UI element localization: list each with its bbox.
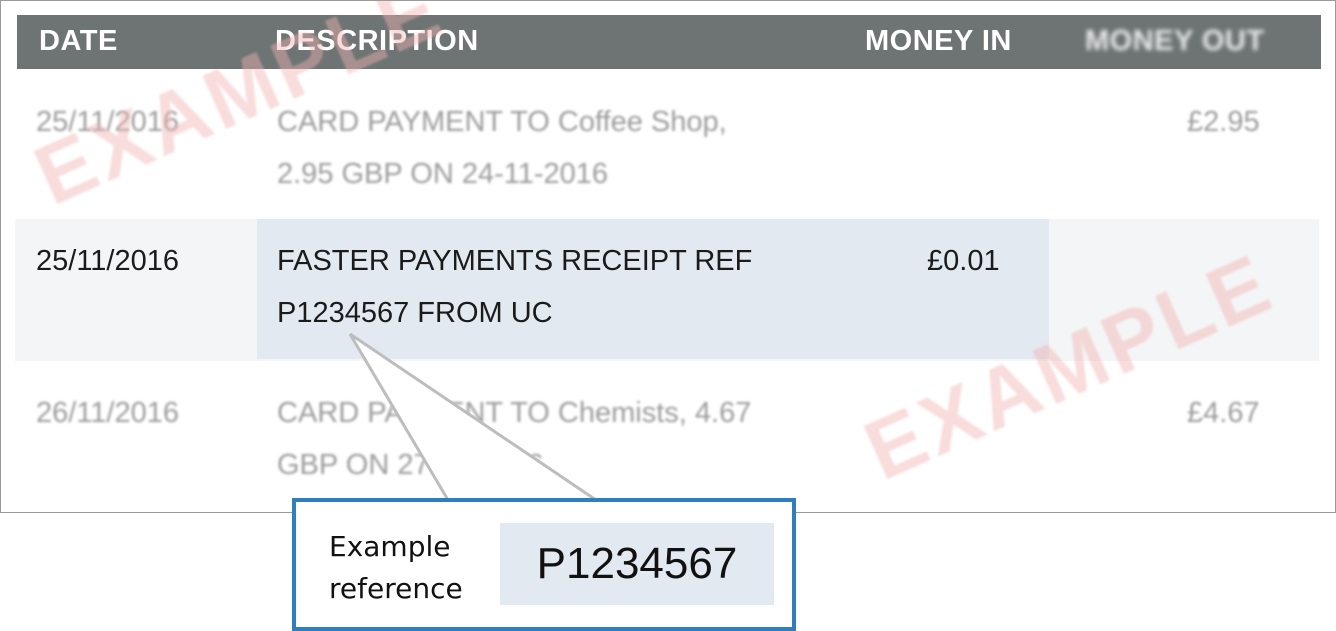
reference-callout: Example reference P1234567 — [292, 498, 796, 631]
callout-label-line1: Example — [329, 530, 451, 563]
reference-value: P1234567 — [536, 539, 738, 588]
callout-label-line2: reference — [329, 572, 463, 605]
callout-label: Example reference — [329, 526, 463, 610]
reference-box: P1234567 — [500, 523, 774, 605]
